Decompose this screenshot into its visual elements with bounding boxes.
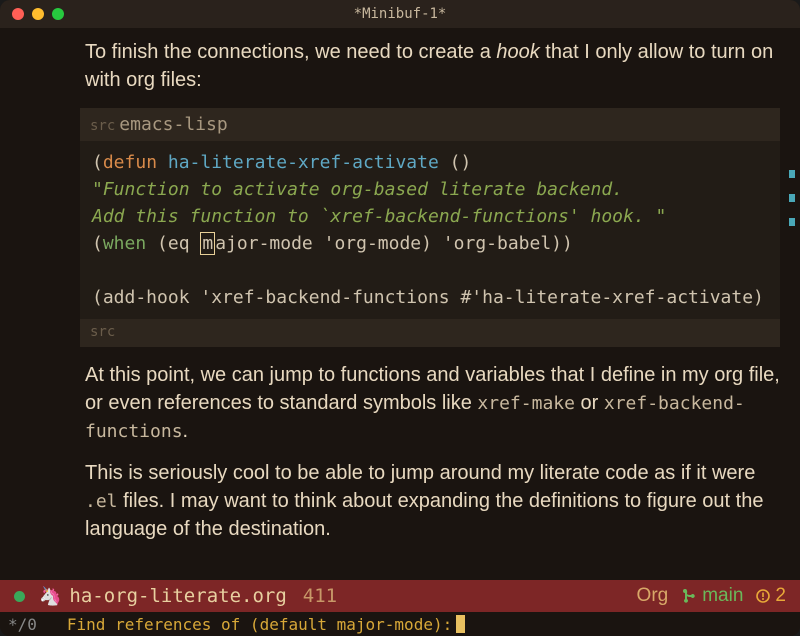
- src-begin: srcemacs-lisp: [80, 108, 780, 141]
- paragraph: To finish the connections, we need to cr…: [85, 38, 780, 94]
- git-branch-icon: [682, 588, 698, 604]
- minibuf-prompt: Find references of (default major-mode):: [67, 615, 452, 634]
- src-end: src: [80, 319, 780, 347]
- major-mode[interactable]: Org: [637, 585, 669, 607]
- fringe-markers: [789, 170, 795, 242]
- editor-window: *Minibuf-1* To finish the connections, w…: [0, 0, 800, 636]
- vcs-branch[interactable]: main: [682, 585, 743, 607]
- window-title: *Minibuf-1*: [354, 6, 447, 22]
- minibuf-indicator: */0: [8, 615, 37, 634]
- fringe-marker: [789, 170, 795, 178]
- minibuf-cursor: [456, 615, 465, 633]
- warning-icon: [755, 588, 771, 604]
- unicorn-icon: 🦄: [39, 586, 61, 607]
- status-dot-icon: [14, 591, 25, 602]
- zoom-button[interactable]: [52, 8, 64, 20]
- minibuffer[interactable]: */0 Find references of (default major-mo…: [0, 612, 800, 636]
- fringe-marker: [789, 194, 795, 202]
- line-number: 411: [303, 585, 337, 607]
- fringe-marker: [789, 218, 795, 226]
- point-cursor: m: [200, 232, 215, 255]
- close-button[interactable]: [12, 8, 24, 20]
- buffer-content[interactable]: To finish the connections, we need to cr…: [0, 28, 800, 543]
- buffer-name[interactable]: ha-org-literate.org: [69, 585, 286, 607]
- source-block: srcemacs-lisp (defun ha-literate-xref-ac…: [80, 108, 780, 347]
- warnings[interactable]: 2: [755, 585, 786, 607]
- minimize-button[interactable]: [32, 8, 44, 20]
- paragraph: At this point, we can jump to functions …: [85, 361, 780, 445]
- src-code[interactable]: (defun ha-literate-xref-activate () "Fun…: [80, 141, 780, 319]
- traffic-lights: [12, 8, 64, 20]
- paragraph: This is seriously cool to be able to jum…: [85, 459, 780, 543]
- modeline[interactable]: 🦄 ha-org-literate.org 411 Org main 2: [0, 580, 800, 612]
- titlebar: *Minibuf-1*: [0, 0, 800, 28]
